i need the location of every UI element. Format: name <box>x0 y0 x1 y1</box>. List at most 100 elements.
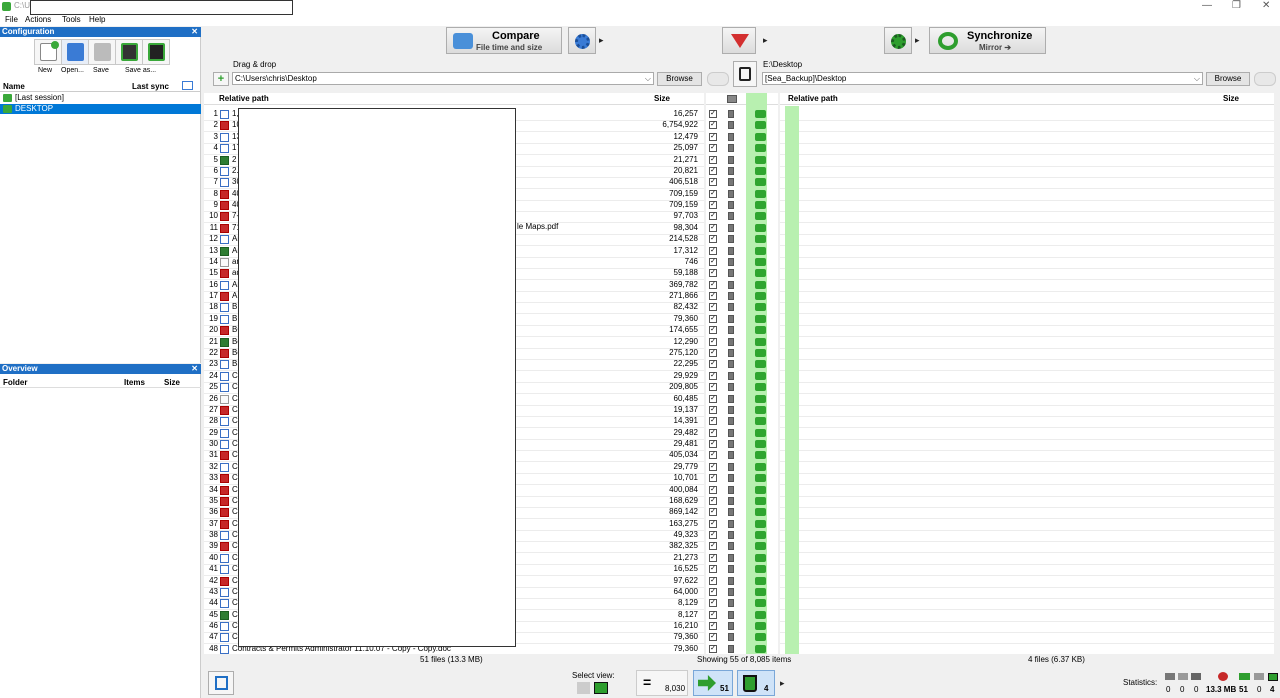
delete-right-filter-button[interactable]: 4 <box>737 670 775 696</box>
include-checkbox[interactable]: ✓ <box>709 360 717 368</box>
menu-tools[interactable]: Tools <box>62 15 81 24</box>
action-row[interactable]: ✓ <box>706 325 778 336</box>
copy-right-action-icon[interactable] <box>755 463 766 471</box>
include-checkbox[interactable]: ✓ <box>709 235 717 243</box>
include-checkbox[interactable]: ✓ <box>709 133 717 141</box>
action-row[interactable]: ✓ <box>706 348 778 359</box>
close-button[interactable]: ✕ <box>1262 0 1270 11</box>
open-config-button[interactable] <box>61 39 89 65</box>
copy-right-action-icon[interactable] <box>755 235 766 243</box>
include-checkbox[interactable]: ✓ <box>709 645 717 653</box>
close-panel-icon[interactable]: ✕ <box>191 364 198 374</box>
action-row[interactable]: ✓ <box>706 462 778 473</box>
copy-right-action-icon[interactable] <box>755 326 766 334</box>
action-row[interactable]: ✓ <box>706 644 778 655</box>
include-checkbox[interactable]: ✓ <box>709 190 717 198</box>
copy-right-action-icon[interactable] <box>755 486 766 494</box>
copy-right-action-icon[interactable] <box>755 224 766 232</box>
copy-right-action-icon[interactable] <box>755 144 766 152</box>
action-row[interactable]: ✓ <box>706 200 778 211</box>
include-checkbox[interactable]: ✓ <box>709 440 717 448</box>
list-view-icon[interactable] <box>182 81 193 90</box>
include-checkbox[interactable]: ✓ <box>709 383 717 391</box>
action-row[interactable]: ✓ <box>706 519 778 530</box>
include-checkbox[interactable]: ✓ <box>709 247 717 255</box>
include-checkbox[interactable]: ✓ <box>709 224 717 232</box>
left-browse-button[interactable]: Browse <box>657 72 702 86</box>
include-checkbox[interactable]: ✓ <box>709 599 717 607</box>
right-file-grid[interactable]: Relative path Size <box>780 93 1274 654</box>
copy-right-action-icon[interactable] <box>755 212 766 220</box>
copy-right-action-icon[interactable] <box>755 588 766 596</box>
action-row[interactable]: ✓ <box>706 291 778 302</box>
copy-right-action-icon[interactable] <box>755 360 766 368</box>
action-row[interactable]: ✓ <box>706 132 778 143</box>
action-row[interactable]: ✓ <box>706 507 778 518</box>
include-checkbox[interactable]: ✓ <box>709 315 717 323</box>
copy-right-action-icon[interactable] <box>755 281 766 289</box>
action-row[interactable]: ✓ <box>706 576 778 587</box>
include-checkbox[interactable]: ✓ <box>709 565 717 573</box>
include-checkbox[interactable]: ✓ <box>709 338 717 346</box>
action-row[interactable]: ✓ <box>706 166 778 177</box>
swap-sides-button[interactable] <box>733 61 757 87</box>
include-checkbox[interactable]: ✓ <box>709 178 717 186</box>
copy-right-action-icon[interactable] <box>755 554 766 562</box>
minimize-button[interactable]: — <box>1202 0 1212 11</box>
view-action-icon[interactable] <box>594 682 608 694</box>
right-cloud-button[interactable] <box>1254 72 1276 86</box>
action-row[interactable]: ✓ <box>706 189 778 200</box>
action-row[interactable]: ✓ <box>706 496 778 507</box>
action-row[interactable]: ✓ <box>706 143 778 154</box>
copy-right-action-icon[interactable] <box>755 167 766 175</box>
action-row[interactable]: ✓ <box>706 120 778 131</box>
chevron-down-icon[interactable]: ⌵ <box>1194 73 1200 84</box>
include-checkbox[interactable]: ✓ <box>709 429 717 437</box>
action-row[interactable]: ✓ <box>706 632 778 643</box>
menu-help[interactable]: Help <box>89 15 105 24</box>
menu-file[interactable]: File <box>5 15 18 24</box>
include-checkbox[interactable]: ✓ <box>709 395 717 403</box>
include-checkbox[interactable]: ✓ <box>709 622 717 630</box>
copy-right-action-icon[interactable] <box>755 497 766 505</box>
copy-right-action-icon[interactable] <box>755 315 766 323</box>
close-panel-icon[interactable]: ✕ <box>191 27 198 37</box>
equal-filter-button[interactable]: = 8,030 <box>636 670 688 696</box>
copy-right-action-icon[interactable] <box>755 395 766 403</box>
maximize-button[interactable]: ❐ <box>1232 0 1241 11</box>
copy-right-action-icon[interactable] <box>755 577 766 585</box>
action-row[interactable]: ✓ <box>706 382 778 393</box>
col-relative-path[interactable]: Relative path <box>219 93 269 105</box>
include-checkbox[interactable]: ✓ <box>709 577 717 585</box>
include-checkbox[interactable]: ✓ <box>709 349 717 357</box>
include-checkbox[interactable]: ✓ <box>709 633 717 641</box>
sync-settings-button[interactable] <box>884 27 912 54</box>
config-item-desktop[interactable]: DESKTOP <box>0 104 201 114</box>
filter-dropdown-arrow[interactable]: ▸ <box>763 35 768 46</box>
copy-right-filter-button[interactable]: 51 <box>693 670 733 696</box>
include-checkbox[interactable]: ✓ <box>709 258 717 266</box>
copy-right-action-icon[interactable] <box>755 565 766 573</box>
menu-actions[interactable]: Actions <box>25 15 51 24</box>
action-row[interactable]: ✓ <box>706 598 778 609</box>
copy-right-action-icon[interactable] <box>755 292 766 300</box>
copy-right-action-icon[interactable] <box>755 349 766 357</box>
col-size[interactable]: Size <box>164 378 180 387</box>
include-checkbox[interactable]: ✓ <box>709 201 717 209</box>
col-size[interactable]: Size <box>1223 93 1239 105</box>
col-last-sync[interactable]: Last sync <box>132 82 169 91</box>
copy-right-action-icon[interactable] <box>755 542 766 550</box>
left-path-input[interactable]: C:\Users\chris\Desktop ⌵ <box>232 72 654 85</box>
action-row[interactable]: ✓ <box>706 530 778 541</box>
vertical-scrollbar[interactable] <box>1274 93 1280 654</box>
copy-right-action-icon[interactable] <box>755 156 766 164</box>
col-relative-path[interactable]: Relative path <box>788 93 838 105</box>
compare-button[interactable]: Compare File time and size <box>446 27 562 54</box>
include-checkbox[interactable]: ✓ <box>709 156 717 164</box>
copy-right-action-icon[interactable] <box>755 440 766 448</box>
action-row[interactable]: ✓ <box>706 405 778 416</box>
save-button[interactable] <box>88 39 116 65</box>
copy-right-action-icon[interactable] <box>755 531 766 539</box>
action-row[interactable]: ✓ <box>706 416 778 427</box>
copy-right-action-icon[interactable] <box>755 508 766 516</box>
